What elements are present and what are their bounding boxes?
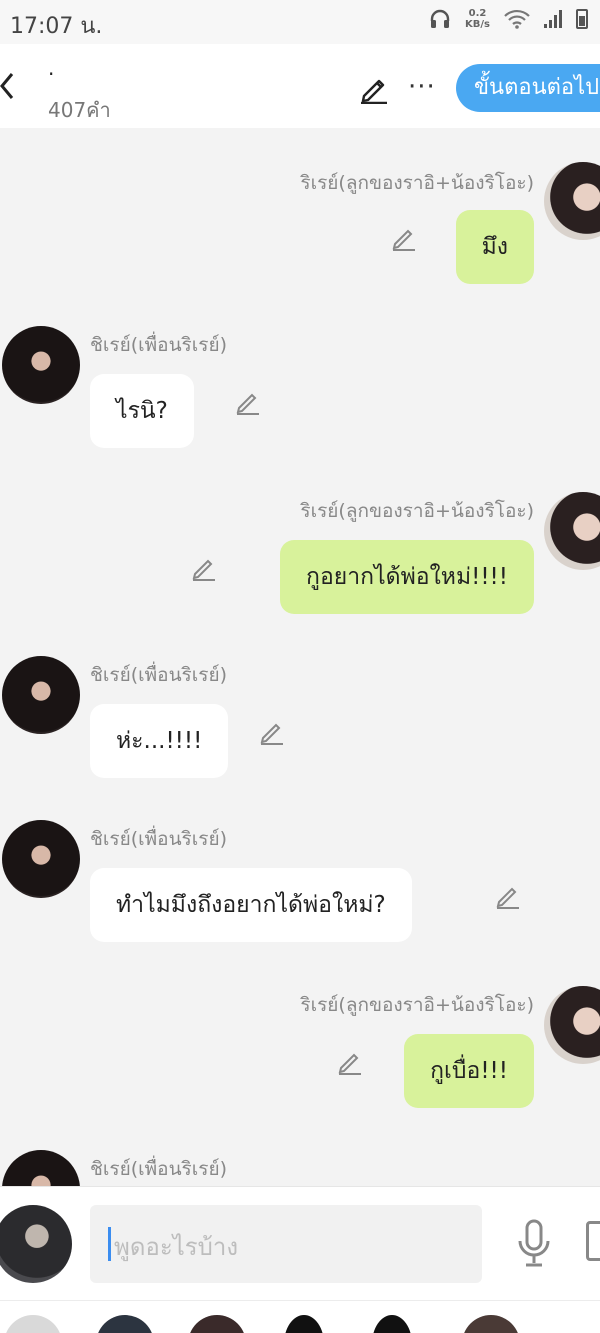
headphones-icon (430, 9, 450, 28)
story-title: · (48, 62, 55, 86)
character-strip (0, 1300, 600, 1333)
avatar[interactable] (2, 326, 80, 404)
character-avatar[interactable] (188, 1315, 246, 1333)
character-avatar[interactable] (284, 1315, 324, 1333)
more-icon[interactable]: ··· (408, 72, 436, 102)
sender-name: ริเรย์(ลูกของราอิ+น้องริโอะ) (300, 172, 534, 194)
pen-icon[interactable] (358, 72, 390, 104)
edit-icon[interactable] (390, 224, 418, 252)
character-avatar[interactable] (96, 1315, 154, 1333)
sender-name: ชิเรย์(เพื่อนริเรย์) (90, 334, 228, 356)
wifi-icon (504, 9, 530, 29)
avatar[interactable] (544, 162, 600, 240)
avatar[interactable] (2, 1150, 80, 1186)
edit-icon[interactable] (258, 718, 286, 746)
avatar[interactable] (2, 656, 80, 734)
word-count: 407คำ (48, 98, 111, 122)
message-bubble[interactable]: ไรนิ? (90, 374, 194, 448)
character-avatar[interactable] (4, 1315, 62, 1333)
avatar[interactable] (544, 986, 600, 1064)
message-bubble[interactable]: มึง (455, 210, 534, 284)
back-icon[interactable] (0, 72, 20, 100)
next-step-button[interactable]: ขั้นตอนต่อไป (456, 64, 600, 112)
message-bubble[interactable]: ห่ะ...!!!! (90, 704, 229, 778)
sender-name: ริเรย์(ลูกของราอิ+น้องริโอะ) (300, 994, 534, 1016)
status-time: 17:07 น. (10, 14, 103, 39)
input-placeholder: พูดอะไรบ้าง (114, 1233, 239, 1261)
chat-area[interactable]: ริเรย์(ลูกของราอิ+น้องริโอะ) มึง ชิเรย์(… (0, 128, 600, 1186)
image-icon[interactable] (586, 1221, 600, 1261)
sender-name: ชิเรย์(เพื่อนริเรย์) (90, 664, 228, 686)
edit-icon[interactable] (190, 554, 218, 582)
sender-name: ชิเรย์(เพื่อนริเรย์) (90, 828, 228, 850)
character-avatar[interactable] (372, 1315, 412, 1333)
status-icons: 0.2 KB/s 56 (429, 6, 600, 31)
message-input[interactable]: พูดอะไรบ้าง (90, 1205, 482, 1283)
edit-icon[interactable] (336, 1048, 364, 1076)
speaker-avatar[interactable] (0, 1205, 72, 1283)
battery-icon (576, 8, 588, 29)
header: · 407คำ ··· ขั้นตอนต่อไป (0, 44, 600, 128)
avatar[interactable] (2, 820, 80, 898)
avatar[interactable] (544, 492, 600, 570)
sender-name: ชิเรย์(เพื่อนริเรย์) (90, 1158, 228, 1180)
status-bar: 17:07 น. 0.2 KB/s 56 (0, 0, 600, 44)
message-bubble[interactable]: ทำไมมึงถึงอยากได้พ่อใหม่? (90, 868, 412, 942)
edit-icon[interactable] (234, 388, 262, 416)
network-speed-unit: KB/s (465, 18, 490, 30)
message-bubble[interactable]: กูเบื่อ!!! (404, 1034, 534, 1108)
character-avatar[interactable] (462, 1315, 520, 1333)
mic-icon[interactable] (516, 1219, 552, 1269)
input-bar: พูดอะไรบ้าง (0, 1186, 600, 1300)
network-speed-value: 0.2 (468, 7, 487, 19)
network-speed: 0.2 KB/s (465, 8, 490, 30)
message-bubble[interactable]: กูอยากได้พ่อใหม่!!!! (280, 540, 534, 614)
text-caret (108, 1227, 111, 1261)
signal-icon (544, 9, 562, 28)
edit-icon[interactable] (494, 882, 522, 910)
sender-name: ริเรย์(ลูกของราอิ+น้องริโอะ) (300, 500, 534, 522)
